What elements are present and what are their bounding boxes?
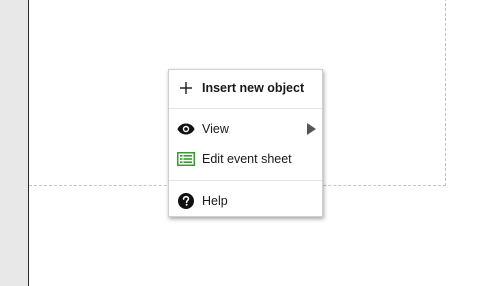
left-panel <box>0 0 29 286</box>
submenu-arrow-icon <box>307 123 316 135</box>
menu-item-view[interactable]: View <box>169 114 322 144</box>
menu-item-insert-new-object[interactable]: Insert new object <box>169 73 322 103</box>
layout-editor: Insert new object View Edit event sheet … <box>0 0 493 286</box>
context-menu: Insert new object View Edit event sheet … <box>168 69 323 217</box>
plus-icon <box>177 79 195 97</box>
menu-item-label: Edit event sheet <box>202 152 292 166</box>
menu-item-help[interactable]: Help <box>169 186 322 216</box>
menu-separator <box>169 180 322 181</box>
menu-item-label: Help <box>202 194 228 208</box>
menu-item-label: View <box>202 122 229 136</box>
menu-separator <box>169 108 322 109</box>
menu-item-label: Insert new object <box>202 81 305 95</box>
help-icon <box>177 192 195 210</box>
event-sheet-icon <box>177 150 195 168</box>
eye-icon <box>177 120 195 138</box>
menu-item-edit-event-sheet[interactable]: Edit event sheet <box>169 144 322 174</box>
